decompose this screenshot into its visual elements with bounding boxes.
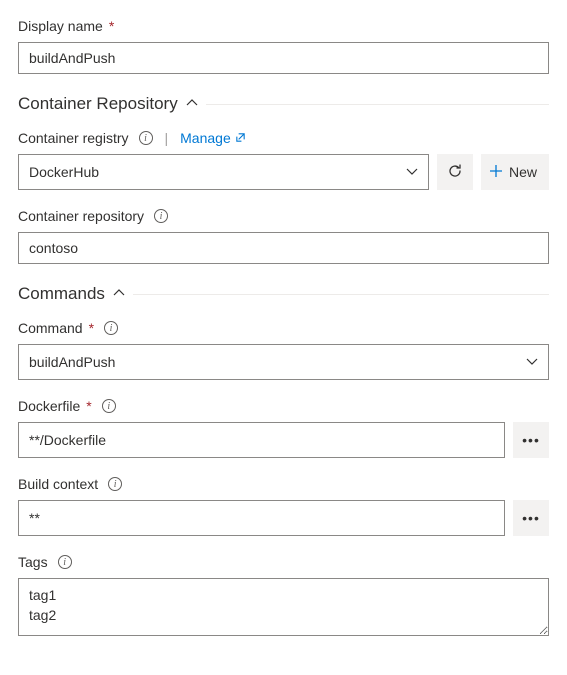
container-registry-select[interactable]: DockerHub [18,154,429,190]
display-name-label: Display name * [18,18,549,34]
container-registry-label-row: Container registry i | Manage [18,130,549,146]
build-context-input[interactable] [18,500,505,536]
display-name-label-text: Display name [18,18,103,34]
container-registry-field: Container registry i | Manage DockerHub … [18,130,549,190]
required-asterisk: * [89,320,94,336]
command-label: Command [18,320,83,336]
chevron-down-icon [526,354,538,370]
tags-label: Tags [18,554,48,570]
chevron-down-icon [406,164,418,180]
container-repository-title: Container Repository [18,94,178,114]
divider [206,104,549,105]
ellipsis-icon: ••• [522,510,540,526]
container-registry-value: DockerHub [29,164,99,180]
ellipsis-icon: ••• [522,432,540,448]
dockerfile-browse-button[interactable]: ••• [513,422,549,458]
info-icon[interactable]: i [102,399,116,413]
external-link-icon [235,130,246,146]
display-name-field: Display name * [18,18,549,74]
container-repository-section-header[interactable]: Container Repository [18,94,549,114]
container-repository-label: Container repository [18,208,144,224]
container-repository-input[interactable] [18,232,549,264]
tags-label-row: Tags i [18,554,549,570]
refresh-icon [447,163,463,182]
build-context-field: Build context i ••• [18,476,549,536]
dockerfile-field: Dockerfile * i ••• [18,398,549,458]
display-name-input[interactable] [18,42,549,74]
commands-section-header[interactable]: Commands [18,284,549,304]
command-select[interactable]: buildAndPush [18,344,549,380]
info-icon[interactable]: i [108,477,122,491]
tags-field: Tags i [18,554,549,639]
container-repository-label-row: Container repository i [18,208,549,224]
info-icon[interactable]: i [58,555,72,569]
container-registry-label: Container registry [18,130,129,146]
info-icon[interactable]: i [104,321,118,335]
separator: | [165,130,169,146]
commands-title: Commands [18,284,105,304]
dockerfile-input[interactable] [18,422,505,458]
command-label-row: Command * i [18,320,549,336]
command-value: buildAndPush [29,354,115,370]
container-repository-field: Container repository i [18,208,549,264]
new-button-label: New [509,164,537,180]
tags-textarea[interactable] [18,578,549,636]
command-field: Command * i buildAndPush [18,320,549,380]
chevron-up-icon [186,96,198,112]
build-context-label-row: Build context i [18,476,549,492]
manage-link[interactable]: Manage [180,130,246,146]
build-context-browse-button[interactable]: ••• [513,500,549,536]
manage-link-text: Manage [180,130,231,146]
required-asterisk: * [86,398,91,414]
chevron-up-icon [113,286,125,302]
new-button[interactable]: New [481,154,549,190]
refresh-button[interactable] [437,154,473,190]
info-icon[interactable]: i [139,131,153,145]
divider [133,294,549,295]
dockerfile-label-row: Dockerfile * i [18,398,549,414]
info-icon[interactable]: i [154,209,168,223]
plus-icon [489,164,503,181]
dockerfile-label: Dockerfile [18,398,80,414]
build-context-label: Build context [18,476,98,492]
required-asterisk: * [109,18,114,34]
